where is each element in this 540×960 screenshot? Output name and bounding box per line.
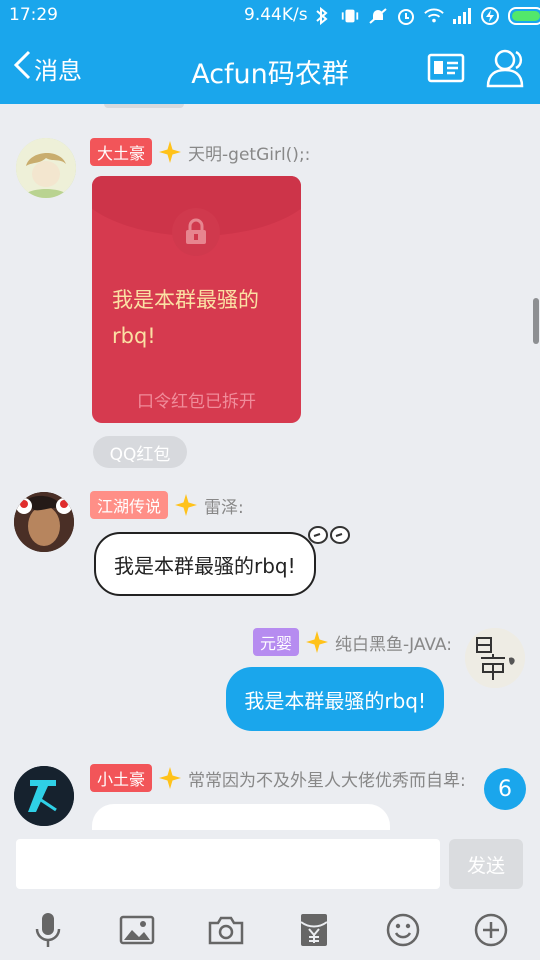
rank-badge: 大土豪 — [90, 138, 153, 166]
avatar[interactable] — [14, 766, 74, 826]
packet-status: 口令红包已拆开 — [137, 392, 256, 412]
title-bar: 17:29 9.44K/s 消息 Acfun码农群 — [0, 0, 540, 104]
network-speed: 9.44K/s — [244, 5, 308, 25]
message-bubble[interactable]: 我是本群最骚的rbq! — [94, 532, 316, 596]
image-icon[interactable] — [117, 910, 157, 950]
emoji-icon[interactable] — [383, 910, 423, 950]
unread-count-badge[interactable]: 6 — [484, 768, 526, 810]
message-input[interactable] — [16, 839, 440, 889]
plus-icon[interactable] — [471, 910, 511, 950]
avatar[interactable] — [465, 628, 525, 688]
bubble-decoration-icon — [306, 524, 354, 550]
message-text: 我是本群最骚的rbq! — [244, 688, 426, 713]
sender-name: 雷泽: — [204, 497, 244, 518]
packet-type-tag: QQ红包 — [93, 436, 187, 468]
sender-meta: 江湖传说 雷泽: — [90, 491, 244, 519]
star-icon — [158, 140, 182, 164]
message-text: 我是本群最骚的rbq! — [114, 553, 296, 578]
microphone-icon[interactable] — [28, 910, 68, 950]
group-members-icon[interactable] — [486, 48, 528, 88]
charging-icon — [480, 6, 500, 26]
rank-badge: 江湖传说 — [90, 491, 169, 519]
mute-icon — [368, 6, 388, 26]
avatar[interactable] — [16, 138, 76, 198]
star-icon — [305, 630, 329, 654]
alarm-icon — [396, 6, 416, 26]
sender-name: 纯白黑鱼-JAVA: — [335, 634, 452, 655]
red-packet-icon[interactable] — [294, 910, 334, 950]
send-button[interactable]: 发送 — [449, 839, 523, 889]
input-bar: 发送 — [0, 830, 540, 900]
sender-name: 天明-getGirl();: — [188, 144, 311, 165]
group-card-icon[interactable] — [427, 53, 465, 83]
rank-badge: 小土豪 — [90, 764, 153, 792]
previous-message-edge — [104, 104, 184, 108]
lock-icon — [172, 208, 220, 256]
avatar[interactable] — [14, 492, 74, 552]
camera-icon[interactable] — [206, 910, 246, 950]
sender-meta: 大土豪 天明-getGirl();: — [90, 138, 310, 166]
star-icon — [158, 766, 182, 790]
scrollbar[interactable] — [533, 298, 539, 344]
rank-badge: 元婴 — [252, 628, 299, 656]
wifi-icon — [424, 6, 444, 26]
star-icon — [174, 493, 198, 517]
red-packet-card[interactable]: 我是本群最骚的rbq! 口令红包已拆开 — [92, 176, 301, 423]
bluetooth-icon — [312, 6, 332, 26]
packet-message: 我是本群最骚的rbq! — [112, 288, 259, 348]
status-icons — [312, 5, 540, 27]
vibrate-icon — [340, 6, 360, 26]
status-time: 17:29 — [9, 5, 58, 25]
message-bubble-partial[interactable] — [92, 804, 390, 830]
battery-icon — [508, 7, 540, 25]
bottom-toolbar — [0, 900, 540, 960]
signal-icon — [452, 6, 472, 26]
message-bubble[interactable]: 我是本群最骚的rbq! — [226, 667, 444, 731]
status-bar: 17:29 9.44K/s — [0, 0, 540, 32]
chat-area[interactable]: 大土豪 天明-getGirl();: 我是本群最骚的rbq! 口令红包已拆开 Q… — [0, 104, 540, 830]
sender-name: 常常因为不及外星人大佬优秀而自卑: — [188, 770, 466, 791]
sender-meta: 小土豪 常常因为不及外星人大佬优秀而自卑: — [90, 764, 466, 792]
sender-meta: 元婴 纯白黑鱼-JAVA: — [252, 628, 452, 656]
